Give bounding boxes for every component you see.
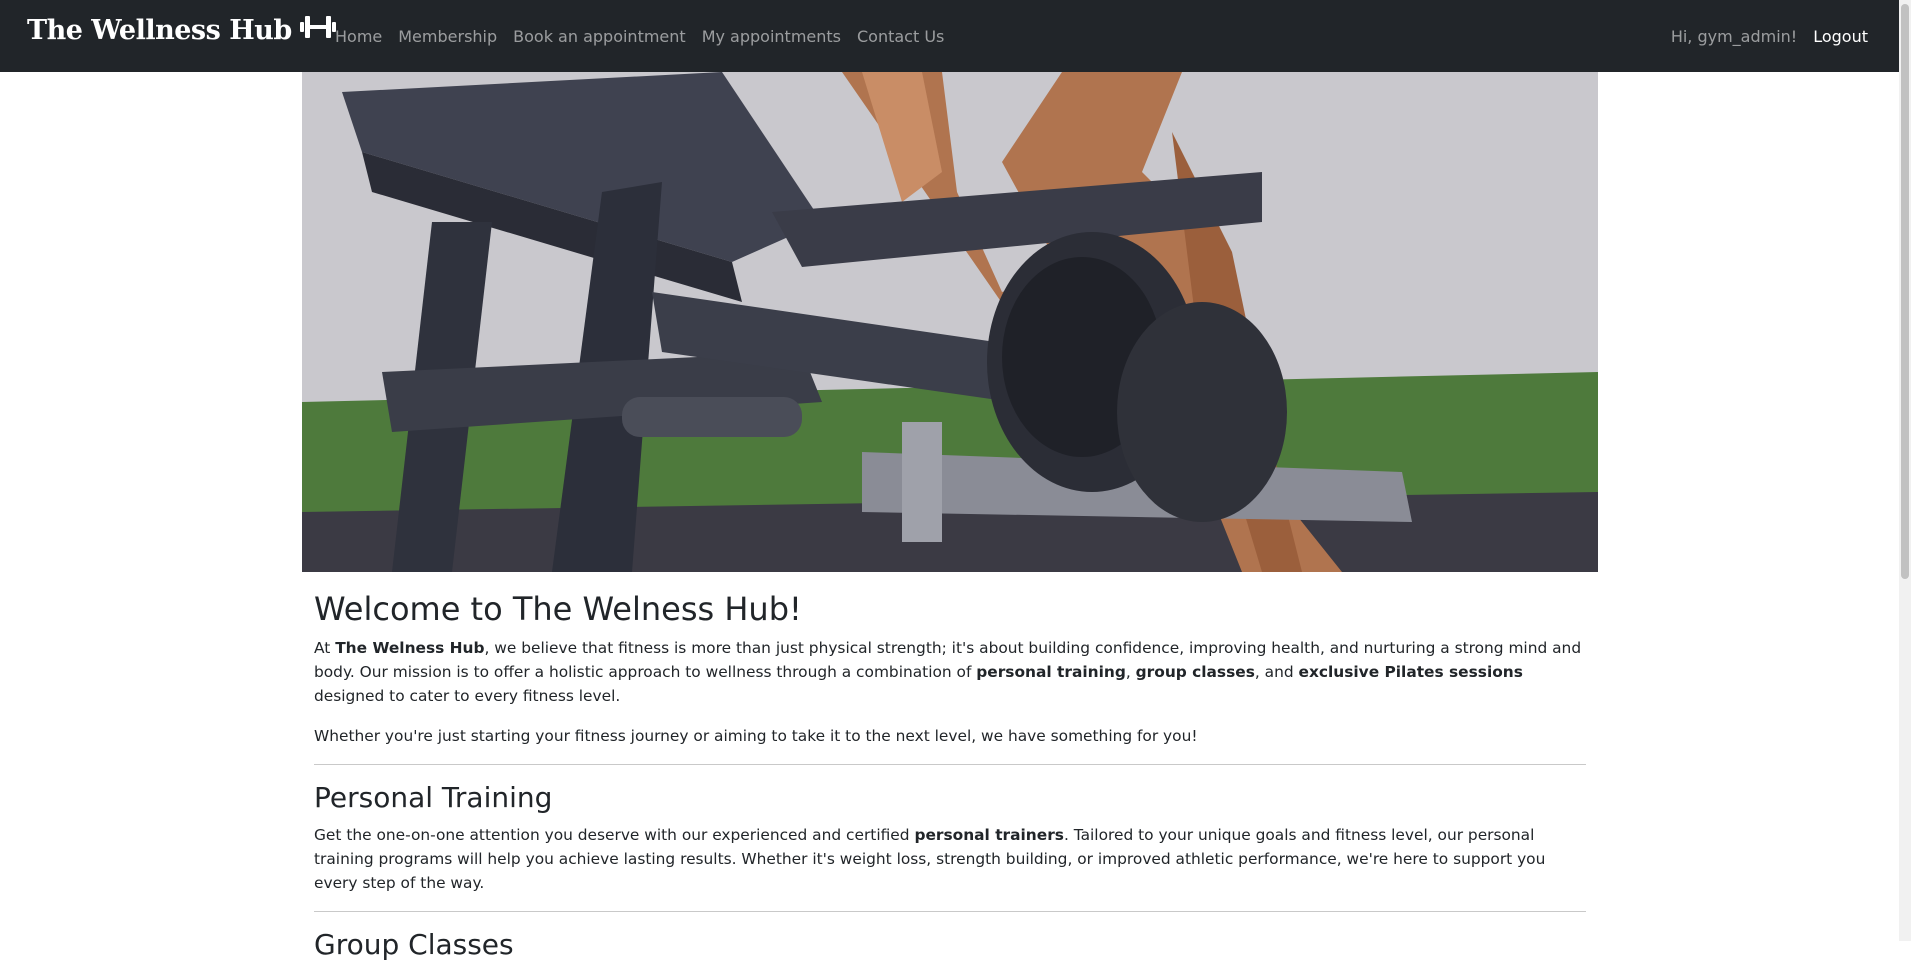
nav-book-appointment[interactable]: Book an appointment — [513, 27, 686, 46]
divider — [314, 764, 1586, 766]
brand-logo[interactable]: The Wellness Hub — [27, 13, 337, 48]
main-content: Welcome to The Welness Hub! At The Welne… — [314, 590, 1586, 970]
logout-link[interactable]: Logout — [1813, 27, 1868, 46]
personal-training-paragraph: Get the one-on-one attention you deserve… — [314, 825, 1546, 892]
personal-training-title: Personal Training — [314, 781, 553, 815]
divider — [314, 910, 1586, 912]
user-greeting: Hi, gym_admin! — [1670, 26, 1798, 46]
welcome-title: Welcome to The Welness Hub! — [314, 590, 802, 628]
nav-my-appointments[interactable]: My appointments — [702, 27, 841, 46]
dumbbell-icon — [299, 13, 337, 48]
welcome-paragraph: At The Welness Hub, we believe that fitn… — [314, 639, 1582, 706]
nav-home[interactable]: Home — [335, 27, 382, 46]
nav-contact-us[interactable]: Contact Us — [857, 27, 944, 46]
scrollbar-thumb[interactable] — [1901, 4, 1909, 579]
hero-image — [302, 72, 1598, 572]
scrollbar[interactable] — [1899, 0, 1911, 941]
brand-name: The Wellness Hub — [27, 15, 292, 46]
nav-user-area: Hi, gym_admin! Logout — [1671, 0, 1868, 72]
welcome-subparagraph: Whether you're just starting your fitnes… — [314, 727, 1198, 746]
navbar: The Wellness Hub Home Membership Book an… — [0, 0, 1899, 72]
nav-links: Home Membership Book an appointment My a… — [335, 0, 960, 72]
nav-membership[interactable]: Membership — [398, 27, 497, 46]
group-classes-title: Group Classes — [314, 927, 514, 961]
